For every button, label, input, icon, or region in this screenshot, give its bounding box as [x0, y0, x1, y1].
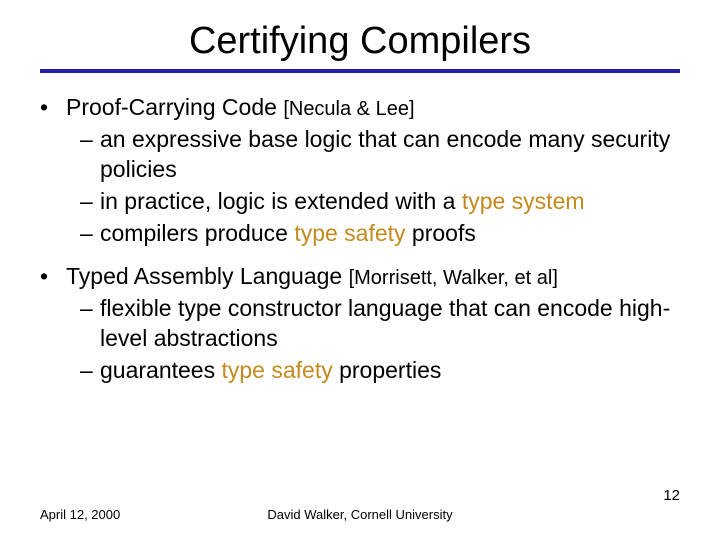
bullet-dot-icon: • — [40, 262, 66, 292]
bullet-1-heading: • Proof-Carrying Code [Necula & Lee] — [40, 93, 680, 123]
page-number: 12 — [663, 487, 680, 504]
sub-pre: in practice, logic is extended with a — [100, 188, 462, 214]
bullet-1-subs: – an expressive base logic that can enco… — [80, 125, 680, 249]
bullet-1-title: Proof-Carrying Code — [66, 94, 277, 120]
sub-post: properties — [333, 357, 442, 383]
sub-pre: compilers produce — [100, 220, 294, 246]
bullet-1-citation: [Necula & Lee] — [283, 98, 414, 120]
bullet-2-heading: • Typed Assembly Language [Morrisett, Wa… — [40, 262, 680, 292]
sub-hl: type system — [462, 188, 585, 214]
bullet-2-title: Typed Assembly Language — [66, 263, 342, 289]
bullet-1: • Proof-Carrying Code [Necula & Lee] – a… — [40, 93, 680, 248]
sub-pre: flexible type constructor language that … — [100, 295, 670, 351]
sub-text: in practice, logic is extended with a ty… — [100, 187, 680, 217]
bullet-2-subs: – flexible type constructor language tha… — [80, 294, 680, 386]
sub-post: proofs — [406, 220, 476, 246]
sub-text: guarantees type safety properties — [100, 356, 680, 386]
list-item: – guarantees type safety properties — [80, 356, 680, 386]
bullet-2-citation: [Morrisett, Walker, et al] — [349, 267, 558, 289]
list-item: – in practice, logic is extended with a … — [80, 187, 680, 217]
bullet-dot-icon: • — [40, 93, 66, 123]
slide-body: • Proof-Carrying Code [Necula & Lee] – a… — [40, 93, 680, 386]
bullet-2: • Typed Assembly Language [Morrisett, Wa… — [40, 262, 680, 386]
title-underline — [40, 69, 680, 73]
sub-text: compilers produce type safety proofs — [100, 219, 680, 249]
dash-icon: – — [80, 356, 100, 386]
list-item: – an expressive base logic that can enco… — [80, 125, 680, 185]
bullet-2-text: Typed Assembly Language [Morrisett, Walk… — [66, 262, 558, 292]
slide-title: Certifying Compilers — [40, 20, 680, 63]
dash-icon: – — [80, 219, 100, 249]
sub-text: an expressive base logic that can encode… — [100, 125, 680, 185]
footer-author: David Walker, Cornell University — [267, 507, 452, 522]
dash-icon: – — [80, 125, 100, 185]
sub-pre: guarantees — [100, 357, 221, 383]
footer-date: April 12, 2000 — [40, 507, 120, 522]
list-item: – flexible type constructor language tha… — [80, 294, 680, 354]
sub-hl: type safety — [294, 220, 405, 246]
sub-text: flexible type constructor language that … — [100, 294, 680, 354]
sub-hl: type safety — [221, 357, 332, 383]
sub-pre: an expressive base logic that can encode… — [100, 126, 670, 182]
dash-icon: – — [80, 294, 100, 354]
list-item: – compilers produce type safety proofs — [80, 219, 680, 249]
dash-icon: – — [80, 187, 100, 217]
bullet-1-text: Proof-Carrying Code [Necula & Lee] — [66, 93, 415, 123]
